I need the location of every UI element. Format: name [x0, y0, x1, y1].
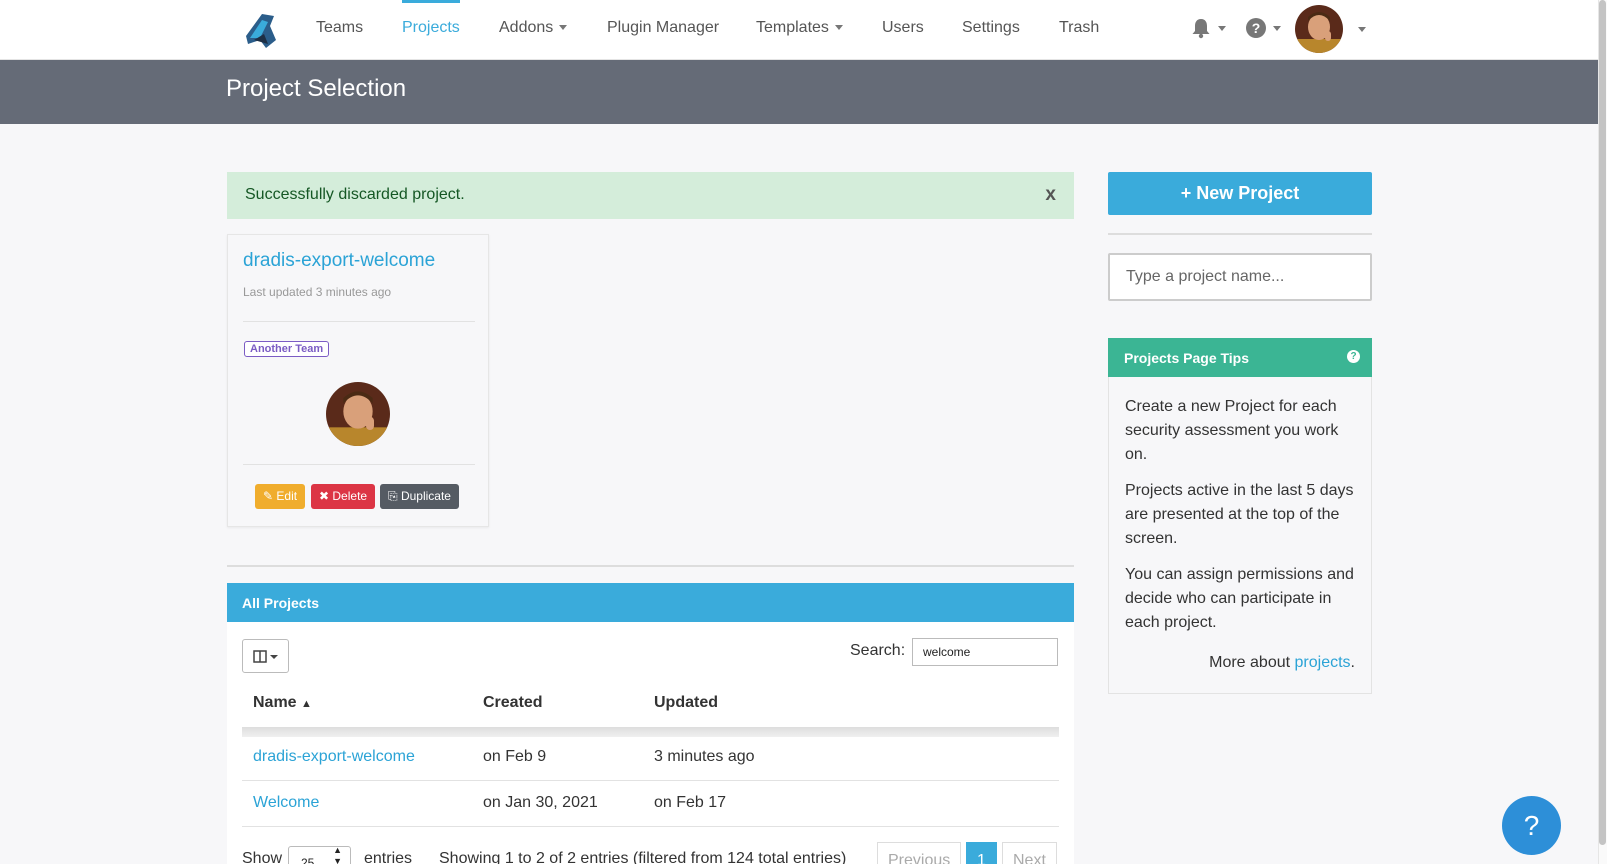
edit-label: Edit: [276, 489, 298, 503]
tips-more-suffix: .: [1350, 654, 1355, 671]
created-cell: on Feb 9: [483, 748, 547, 765]
tip-text: Create a new Project for each security a…: [1125, 398, 1339, 463]
entries-per-page-select[interactable]: 25 ▲ ▼: [288, 845, 351, 864]
chevron-down-icon: [1273, 25, 1281, 31]
question-circle-icon[interactable]: ?: [1347, 350, 1360, 363]
nav-teams[interactable]: Teams: [316, 0, 363, 56]
chevron-down-icon[interactable]: [1358, 27, 1366, 32]
nav-users[interactable]: Users: [882, 0, 924, 56]
dradis-logo-icon[interactable]: [240, 10, 278, 50]
entries-label: entries: [364, 850, 413, 864]
updated-cell: 3 minutes ago: [654, 748, 755, 765]
tips-more: More about projects.: [1209, 654, 1355, 672]
entries-value: 25: [301, 856, 315, 864]
scrollbar-thumb[interactable]: [1599, 0, 1606, 845]
show-label: Show: [242, 850, 283, 864]
divider: [243, 321, 475, 322]
nav-settings[interactable]: Settings: [962, 0, 1020, 56]
all-projects-header: All Projects: [227, 583, 1074, 622]
projects-tips-panel: Projects Page Tips ? Create a new Projec…: [1108, 338, 1372, 694]
project-name-input[interactable]: Type a project name...: [1108, 253, 1372, 301]
project-owner-avatar: [326, 382, 390, 446]
row-divider: [242, 780, 1059, 781]
created-cell: on Jan 30, 2021: [483, 794, 598, 811]
project-card-updated: Last updated 3 minutes ago: [243, 285, 392, 299]
project-link[interactable]: dradis-export-welcome: [253, 748, 415, 766]
chevron-down-icon: [559, 25, 568, 31]
all-projects-panel: All Projects Search: welcome Name ▲ Crea…: [227, 583, 1074, 864]
duplicate-button[interactable]: ⎘ Duplicate: [380, 484, 459, 509]
page-scrollbar[interactable]: [1598, 0, 1607, 864]
column-header-updated[interactable]: Updated: [654, 694, 718, 712]
bell-icon: [1192, 19, 1210, 39]
close-icon: ✖: [319, 489, 333, 503]
row-divider: [242, 826, 1059, 827]
sort-arrows-icon: ▲ ▼: [333, 845, 342, 864]
column-visibility-button[interactable]: [242, 639, 289, 673]
help-dropdown[interactable]: ?: [1245, 14, 1281, 42]
divider: [1108, 233, 1372, 235]
user-avatar[interactable]: [1295, 5, 1343, 53]
project-card-title[interactable]: dradis-export-welcome: [243, 250, 435, 272]
project-link[interactable]: Welcome: [253, 794, 319, 812]
table-search-input[interactable]: welcome: [912, 638, 1058, 666]
page-title: Project Selection: [226, 75, 407, 102]
page-header: Project Selection: [0, 60, 1598, 124]
pencil-icon: ✎: [263, 489, 277, 503]
tip-text: You can assign permissions and decide wh…: [1125, 566, 1354, 631]
chevron-down-icon: [1218, 25, 1226, 31]
pagination-next[interactable]: Next: [1002, 842, 1057, 864]
table-info: Showing 1 to 2 of 2 entries (filtered fr…: [439, 850, 847, 864]
project-card: dradis-export-welcome Last updated 3 min…: [227, 234, 489, 527]
top-navbar: Teams Projects Addons Plugin Manager Tem…: [0, 0, 1598, 60]
nav-plugin-manager[interactable]: Plugin Manager: [607, 0, 719, 56]
divider: [243, 464, 475, 465]
success-alert: Successfully discarded project. x: [227, 172, 1074, 219]
delete-button[interactable]: ✖ Delete: [311, 484, 376, 509]
edit-button[interactable]: ✎ Edit: [255, 484, 306, 509]
tips-header: Projects Page Tips ?: [1108, 338, 1372, 377]
columns-icon: [253, 650, 278, 663]
table-header-border: [242, 727, 1059, 737]
nav-templates-label: Templates: [756, 19, 829, 36]
help-chat-button[interactable]: ?: [1502, 796, 1561, 855]
new-project-button[interactable]: + New Project: [1108, 172, 1372, 215]
question-circle-icon: ?: [1246, 18, 1266, 38]
nav-addons[interactable]: Addons: [499, 0, 568, 56]
column-header-name[interactable]: Name ▲: [253, 694, 312, 712]
svg-text:?: ?: [1252, 20, 1261, 36]
nav-trash[interactable]: Trash: [1059, 0, 1099, 56]
column-header-created[interactable]: Created: [483, 694, 543, 712]
nav-addons-label: Addons: [499, 19, 554, 36]
notifications-dropdown[interactable]: [1190, 14, 1226, 42]
tip-text: Projects active in the last 5 days are p…: [1125, 482, 1354, 547]
divider: [227, 565, 1074, 567]
projects-link[interactable]: projects: [1295, 654, 1351, 671]
nav-templates[interactable]: Templates: [756, 0, 843, 56]
nav-projects[interactable]: Projects: [402, 0, 460, 56]
sort-ascending-icon: ▲: [301, 698, 312, 710]
all-projects-title: All Projects: [242, 595, 320, 611]
pagination-previous[interactable]: Previous: [877, 842, 962, 864]
pagination-page-1[interactable]: 1: [966, 842, 997, 864]
tips-title: Projects Page Tips: [1124, 350, 1250, 366]
updated-cell: on Feb 17: [654, 794, 727, 811]
alert-close-button[interactable]: x: [1045, 184, 1056, 206]
duplicate-label: Duplicate: [400, 489, 451, 503]
chevron-down-icon: [834, 25, 843, 31]
delete-label: Delete: [332, 489, 368, 503]
alert-message: Successfully discarded project.: [245, 186, 465, 203]
search-label: Search:: [850, 642, 906, 659]
column-name-label: Name: [253, 694, 297, 711]
tips-more-prefix: More about: [1209, 654, 1291, 671]
copy-icon: ⎘: [388, 489, 401, 503]
team-badge[interactable]: Another Team: [244, 341, 330, 357]
